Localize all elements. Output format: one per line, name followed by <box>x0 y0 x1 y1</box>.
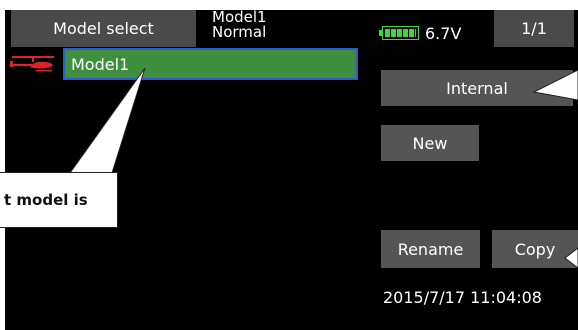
callout-pointer-internal <box>532 69 578 101</box>
callout-text: t model is <box>4 191 88 209</box>
callout-pointer-copy <box>564 247 578 269</box>
callout-box: t model is <box>0 172 118 228</box>
callout-pointers <box>69 67 578 269</box>
callout-pointer-model <box>69 67 146 174</box>
